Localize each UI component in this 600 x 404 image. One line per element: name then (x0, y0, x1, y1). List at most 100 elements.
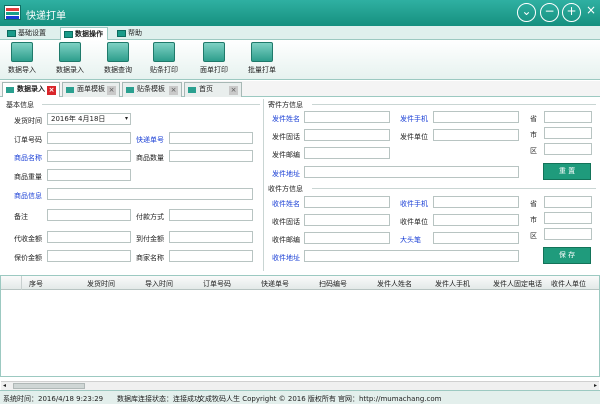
menu-tab-label: 数据操作 (75, 30, 103, 38)
receiver-postcode-label: 收件邮编 (272, 236, 300, 244)
import-data-button[interactable]: 数据导入 (4, 42, 40, 78)
query-data-button[interactable]: 数据查询 (100, 42, 136, 78)
sender-district-input[interactable] (544, 143, 592, 155)
title-bar: 快递打单 ⌄ − + × (0, 0, 600, 26)
receiver-city-input[interactable] (544, 212, 592, 224)
column-header-order-no[interactable]: 订单号码 (203, 279, 231, 289)
menu-tab-data-operations[interactable]: 数据操作 (60, 27, 108, 40)
column-header-sender-name[interactable]: 发件人姓名 (377, 279, 412, 289)
receiver-section-title: 收件方信息 (268, 185, 303, 193)
product-name-input[interactable] (47, 150, 131, 162)
minimize-icon[interactable]: − (540, 3, 559, 22)
express-no-input[interactable] (169, 132, 253, 144)
tab-waybill-template[interactable]: 面单模板 × (62, 82, 120, 97)
batch-print-button[interactable]: 批量打单 (244, 42, 280, 78)
remark-label: 备注 (14, 213, 28, 221)
sender-mobile-input[interactable] (433, 111, 519, 123)
receiver-name-input[interactable] (304, 196, 390, 208)
tab-label: 贴条模板 (137, 85, 165, 93)
tab-data-entry[interactable]: 数据录入 × (2, 82, 60, 97)
sticker-print-button[interactable]: 贴条打印 (146, 42, 182, 78)
sender-postcode-label: 发件邮编 (272, 151, 300, 159)
sender-province-input[interactable] (544, 111, 592, 123)
sender-province-label: 省 (530, 115, 537, 123)
product-weight-input[interactable] (47, 169, 131, 181)
column-header-ship-time[interactable]: 发货时间 (87, 279, 115, 289)
tab-label: 面单模板 (77, 85, 105, 93)
remark-input[interactable] (47, 209, 131, 221)
receiver-address-input[interactable] (304, 250, 519, 262)
menu-tab-basic-settings[interactable]: 基础设置 (4, 27, 52, 40)
insured-input[interactable] (47, 250, 131, 262)
receiver-province-input[interactable] (544, 196, 592, 208)
document-tabs: 数据录入 × 面单模板 × 贴条模板 × 首页 × (0, 81, 600, 97)
receiver-mobile-input[interactable] (433, 196, 519, 208)
maximize-icon[interactable]: + (562, 3, 581, 22)
column-header-import-time[interactable]: 导入时间 (145, 279, 173, 289)
tab-sticker-template[interactable]: 贴条模板 × (122, 82, 182, 97)
receiver-district-input[interactable] (544, 228, 592, 240)
sender-city-input[interactable] (544, 127, 592, 139)
product-weight-label: 商品重量 (14, 173, 42, 181)
edit-icon (59, 42, 81, 62)
batch-print-icon (251, 42, 273, 62)
toolbar-label: 面单打印 (200, 66, 228, 74)
stack-print-icon (153, 42, 175, 62)
tab-home[interactable]: 首页 × (184, 82, 242, 97)
scrollbar-thumb[interactable] (13, 383, 85, 389)
close-icon[interactable]: × (47, 86, 56, 95)
toolbar-label: 数据录入 (56, 66, 84, 74)
product-info-input[interactable] (47, 188, 253, 200)
receiver-postcode-input[interactable] (304, 232, 390, 244)
status-bar: 系统时间：2016/4/18 9:23:29 数据库连接状态：连接成功 文成牧码… (0, 390, 600, 404)
scroll-left-icon[interactable]: ◂ (3, 382, 6, 389)
calendar-dropdown-icon[interactable]: ▾ (125, 114, 128, 124)
close-icon[interactable]: × (107, 86, 116, 95)
app-logo-icon (4, 5, 21, 20)
order-no-label: 订单号码 (14, 136, 42, 144)
receiver-company-input[interactable] (433, 214, 519, 226)
menu-tab-label: 基础设置 (18, 29, 46, 37)
scroll-right-icon[interactable]: ▸ (594, 382, 597, 389)
sender-city-label: 市 (530, 131, 537, 139)
order-no-input[interactable] (47, 132, 131, 144)
close-icon[interactable]: × (229, 86, 238, 95)
column-header-express-no[interactable]: 快递单号 (261, 279, 289, 289)
arrival-pay-input[interactable] (169, 231, 253, 243)
sender-district-label: 区 (530, 147, 537, 155)
data-grid[interactable]: 序号 发货时间 导入时间 订单号码 快递单号 扫码编号 发件人姓名 发件人手机 … (0, 275, 600, 390)
menu-tab-help[interactable]: 帮助 (114, 27, 148, 40)
save-button[interactable]: 保 存 (543, 247, 591, 264)
close-icon[interactable]: × (584, 3, 598, 22)
bigpen-input[interactable] (433, 232, 519, 244)
enter-data-button[interactable]: 数据录入 (52, 42, 88, 78)
waybill-print-button[interactable]: 面单打印 (196, 42, 232, 78)
section-divider (312, 104, 596, 105)
horizontal-scrollbar[interactable]: ◂ ▸ (1, 381, 599, 390)
section-divider (42, 104, 260, 105)
sender-company-input[interactable] (433, 129, 519, 141)
chevron-down-icon[interactable]: ⌄ (517, 3, 536, 22)
sender-address-input[interactable] (304, 166, 519, 178)
cod-input[interactable] (47, 231, 131, 243)
reset-button[interactable]: 重 置 (543, 163, 591, 180)
product-qty-input[interactable] (169, 150, 253, 162)
column-header-scan-code[interactable]: 扫码编号 (319, 279, 347, 289)
sender-name-input[interactable] (304, 111, 390, 123)
receiver-name-label: 收件姓名 (272, 200, 300, 208)
toolbar: 数据导入 数据录入 数据查询 贴条打印 面单打印 批量打单 (0, 40, 600, 80)
merchant-input[interactable] (169, 250, 253, 262)
help-icon (117, 30, 126, 37)
receiver-phone-input[interactable] (304, 214, 390, 226)
column-header-receiver-company[interactable]: 收件人单位 (551, 279, 586, 289)
column-header-sender-phone[interactable]: 发件人固定电话 (493, 279, 542, 289)
payment-input[interactable] (169, 209, 253, 221)
sender-postcode-input[interactable] (304, 147, 390, 159)
close-icon[interactable]: × (169, 86, 178, 95)
column-header-sender-mobile[interactable]: 发件人手机 (435, 279, 470, 289)
import-icon (11, 42, 33, 62)
column-header-index[interactable]: 序号 (29, 279, 43, 289)
website-link[interactable]: 官网：http://mumachang.com (338, 394, 441, 404)
sender-phone-input[interactable] (304, 129, 390, 141)
ship-time-datepicker[interactable]: 2016年 4月18日 ▾ (47, 113, 131, 125)
